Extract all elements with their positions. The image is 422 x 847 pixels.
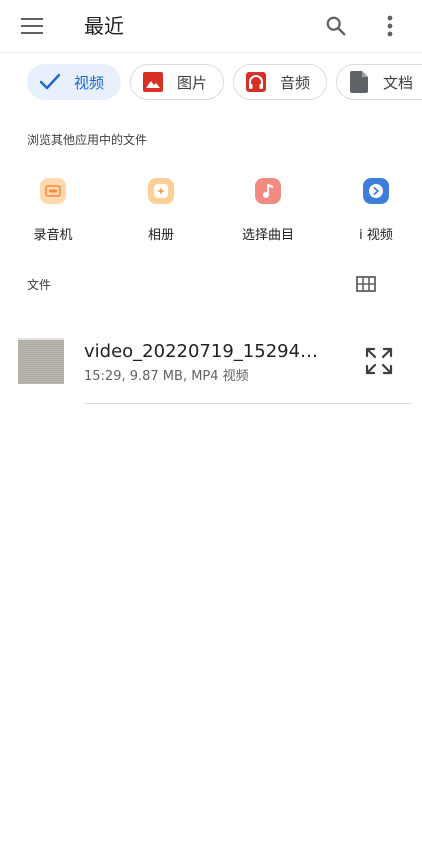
chip-video[interactable]: 视频 [27,64,121,100]
files-section-label: 文件 [27,278,52,292]
headphones-icon [244,70,268,94]
app-name: 选择曲目 [241,228,294,243]
file-meta: 15:29, 9.87 MB, MP4 视频 [84,369,249,384]
image-icon [141,70,165,94]
music-note-icon [255,178,281,204]
file-name: video_20220719_152945.mp4 [84,341,320,362]
search-button[interactable] [316,6,356,46]
document-icon [347,70,371,94]
app-shortcut-recorder[interactable]: 录音机 [8,178,98,243]
play-icon [363,178,389,204]
app-name: 相册 [147,228,174,243]
menu-icon [21,18,43,34]
more-vert-icon [387,15,393,37]
chip-label: 视频 [74,73,105,92]
chip-label: 图片 [177,73,208,92]
chip-images[interactable]: 图片 [130,64,224,100]
view-toggle-button[interactable] [350,268,382,300]
more-options-button[interactable] [370,6,410,46]
chip-label: 音频 [280,73,311,92]
app-name: i 视频 [359,228,393,243]
file-list-item[interactable]: video_20220719_152945.mp4 15:29, 9.87 MB… [0,326,422,404]
search-icon [326,16,346,36]
app-shortcut-ivideo[interactable]: i 视频 [331,178,421,243]
album-icon [148,178,174,204]
chip-documents[interactable]: 文档 [336,64,422,100]
fullscreen-icon [365,347,393,375]
app-shortcut-album[interactable]: 相册 [116,178,206,243]
grid-view-icon [356,276,376,292]
chip-label: 文档 [383,73,414,92]
chip-audio[interactable]: 音频 [233,64,327,100]
menu-button[interactable] [12,6,52,46]
app-name: 录音机 [33,228,73,243]
check-icon [38,70,62,94]
app-bar: 最近 [0,0,422,53]
list-divider [84,403,412,404]
page-title: 最近 [84,14,124,38]
video-thumbnail [18,338,64,384]
app-shortcut-music[interactable]: 选择曲目 [223,178,313,243]
browse-section-label: 浏览其他应用中的文件 [27,133,148,147]
filter-chips: 视频 图片 音频 文档 [0,62,422,102]
expand-preview-button[interactable] [362,344,396,378]
recorder-icon [40,178,66,204]
